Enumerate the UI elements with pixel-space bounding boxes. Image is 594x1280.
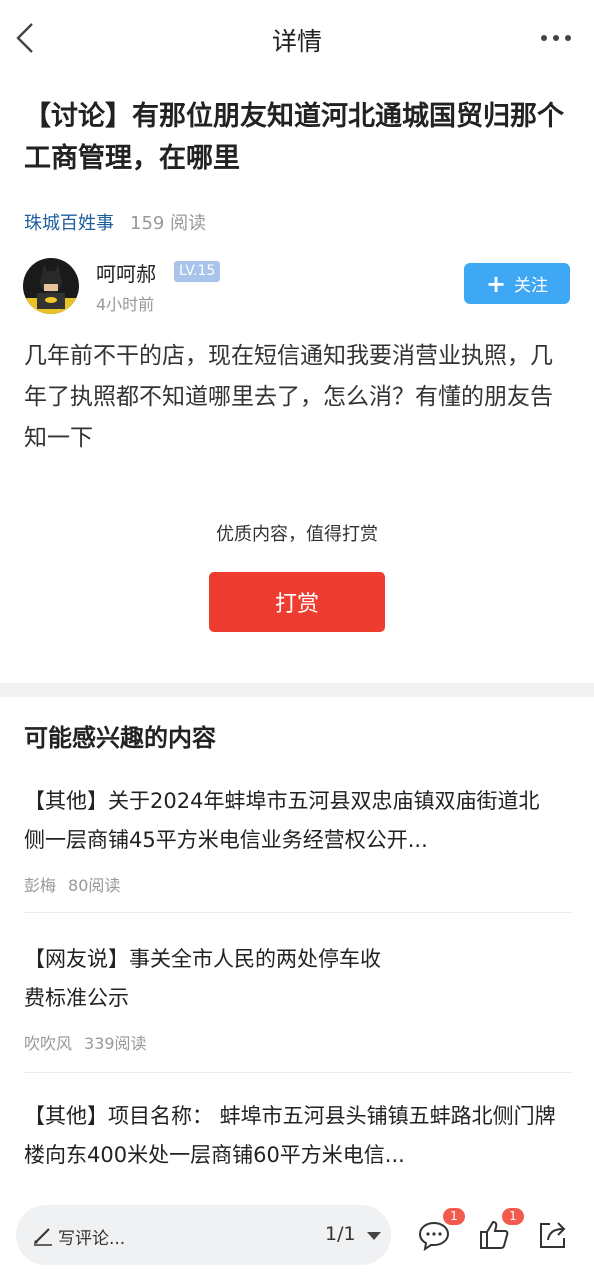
more-dots-icon[interactable]: [538, 26, 574, 50]
follow-button[interactable]: + 关注: [464, 263, 570, 304]
share-icon[interactable]: [536, 1218, 570, 1252]
list-item-title[interactable]: 【其他】关于2024年蚌埠市五河县双忠庙镇双庙街道北侧一层商铺45平方米电信业务…: [24, 782, 556, 860]
post-content: 几年前不干的店，现在短信通知我要消营业执照，几年了执照都不知道哪里去了，怎么消？…: [24, 343, 553, 451]
divider: [24, 1072, 572, 1073]
comment-count-badge: 1: [443, 1208, 465, 1225]
list-item[interactable]: 【网友说】事关全市人民的两处停车收费标准公示 吹吹风 339阅读: [24, 940, 572, 1054]
divider: [24, 912, 572, 913]
post-meta: 珠城百姓事 159 阅读: [24, 208, 206, 236]
follow-label: 关注: [514, 276, 549, 296]
page-title: 详情: [271, 27, 322, 56]
reward-button[interactable]: 打赏: [209, 572, 385, 632]
chevron-down-icon[interactable]: [367, 1232, 381, 1240]
read-count: 159 阅读: [130, 213, 207, 234]
list-item-reads: 80阅读: [68, 876, 121, 895]
list-item-meta: 彭梅 80阅读: [24, 872, 572, 896]
pencil-icon: [34, 1228, 52, 1246]
list-item[interactable]: 【其他】关于2024年蚌埠市五河县双忠庙镇双庙街道北侧一层商铺45平方米电信业务…: [24, 782, 572, 896]
list-item-title[interactable]: 【网友说】事关全市人民的两处停车收费标准公示: [24, 940, 384, 1018]
list-item[interactable]: 【其他】项目名称： 蚌埠市五河县头铺镇五蚌路北侧门牌楼向东400米处一层商铺60…: [24, 1097, 572, 1175]
list-item-reads: 339阅读: [84, 1034, 147, 1053]
level-badge: LV.15: [174, 261, 221, 282]
bottom-action-bar: 写评论... 1/1 1 1: [0, 1190, 594, 1280]
post-title: 【讨论】有那位朋友知道河北通城国贸归那个工商管理，在哪里: [24, 101, 564, 174]
section-divider: [0, 683, 594, 697]
list-item-title[interactable]: 【其他】项目名称： 蚌埠市五河县头铺镇五蚌路北侧门牌楼向东400米处一层商铺60…: [24, 1097, 556, 1175]
list-item-author: 吹吹风: [24, 1034, 73, 1053]
post-time: 4小时前: [96, 295, 155, 314]
like-count-badge: 1: [502, 1208, 524, 1225]
plus-icon: +: [485, 269, 507, 298]
forum-link[interactable]: 珠城百姓事: [24, 209, 114, 235]
reward-prompt: 优质内容，值得打赏: [216, 524, 378, 545]
list-item-meta: 吹吹风 339阅读: [24, 1030, 572, 1054]
top-nav-bar: 详情: [0, 0, 594, 78]
avatar[interactable]: [23, 258, 79, 314]
page-indicator[interactable]: 1/1: [325, 1223, 356, 1245]
author-name[interactable]: 呵呵郝: [96, 258, 156, 287]
comment-placeholder: 写评论...: [58, 1229, 126, 1249]
recommend-section-title: 可能感兴趣的内容: [24, 724, 216, 752]
list-item-author: 彭梅: [24, 876, 57, 895]
comment-input[interactable]: 写评论... 1/1: [16, 1205, 391, 1265]
